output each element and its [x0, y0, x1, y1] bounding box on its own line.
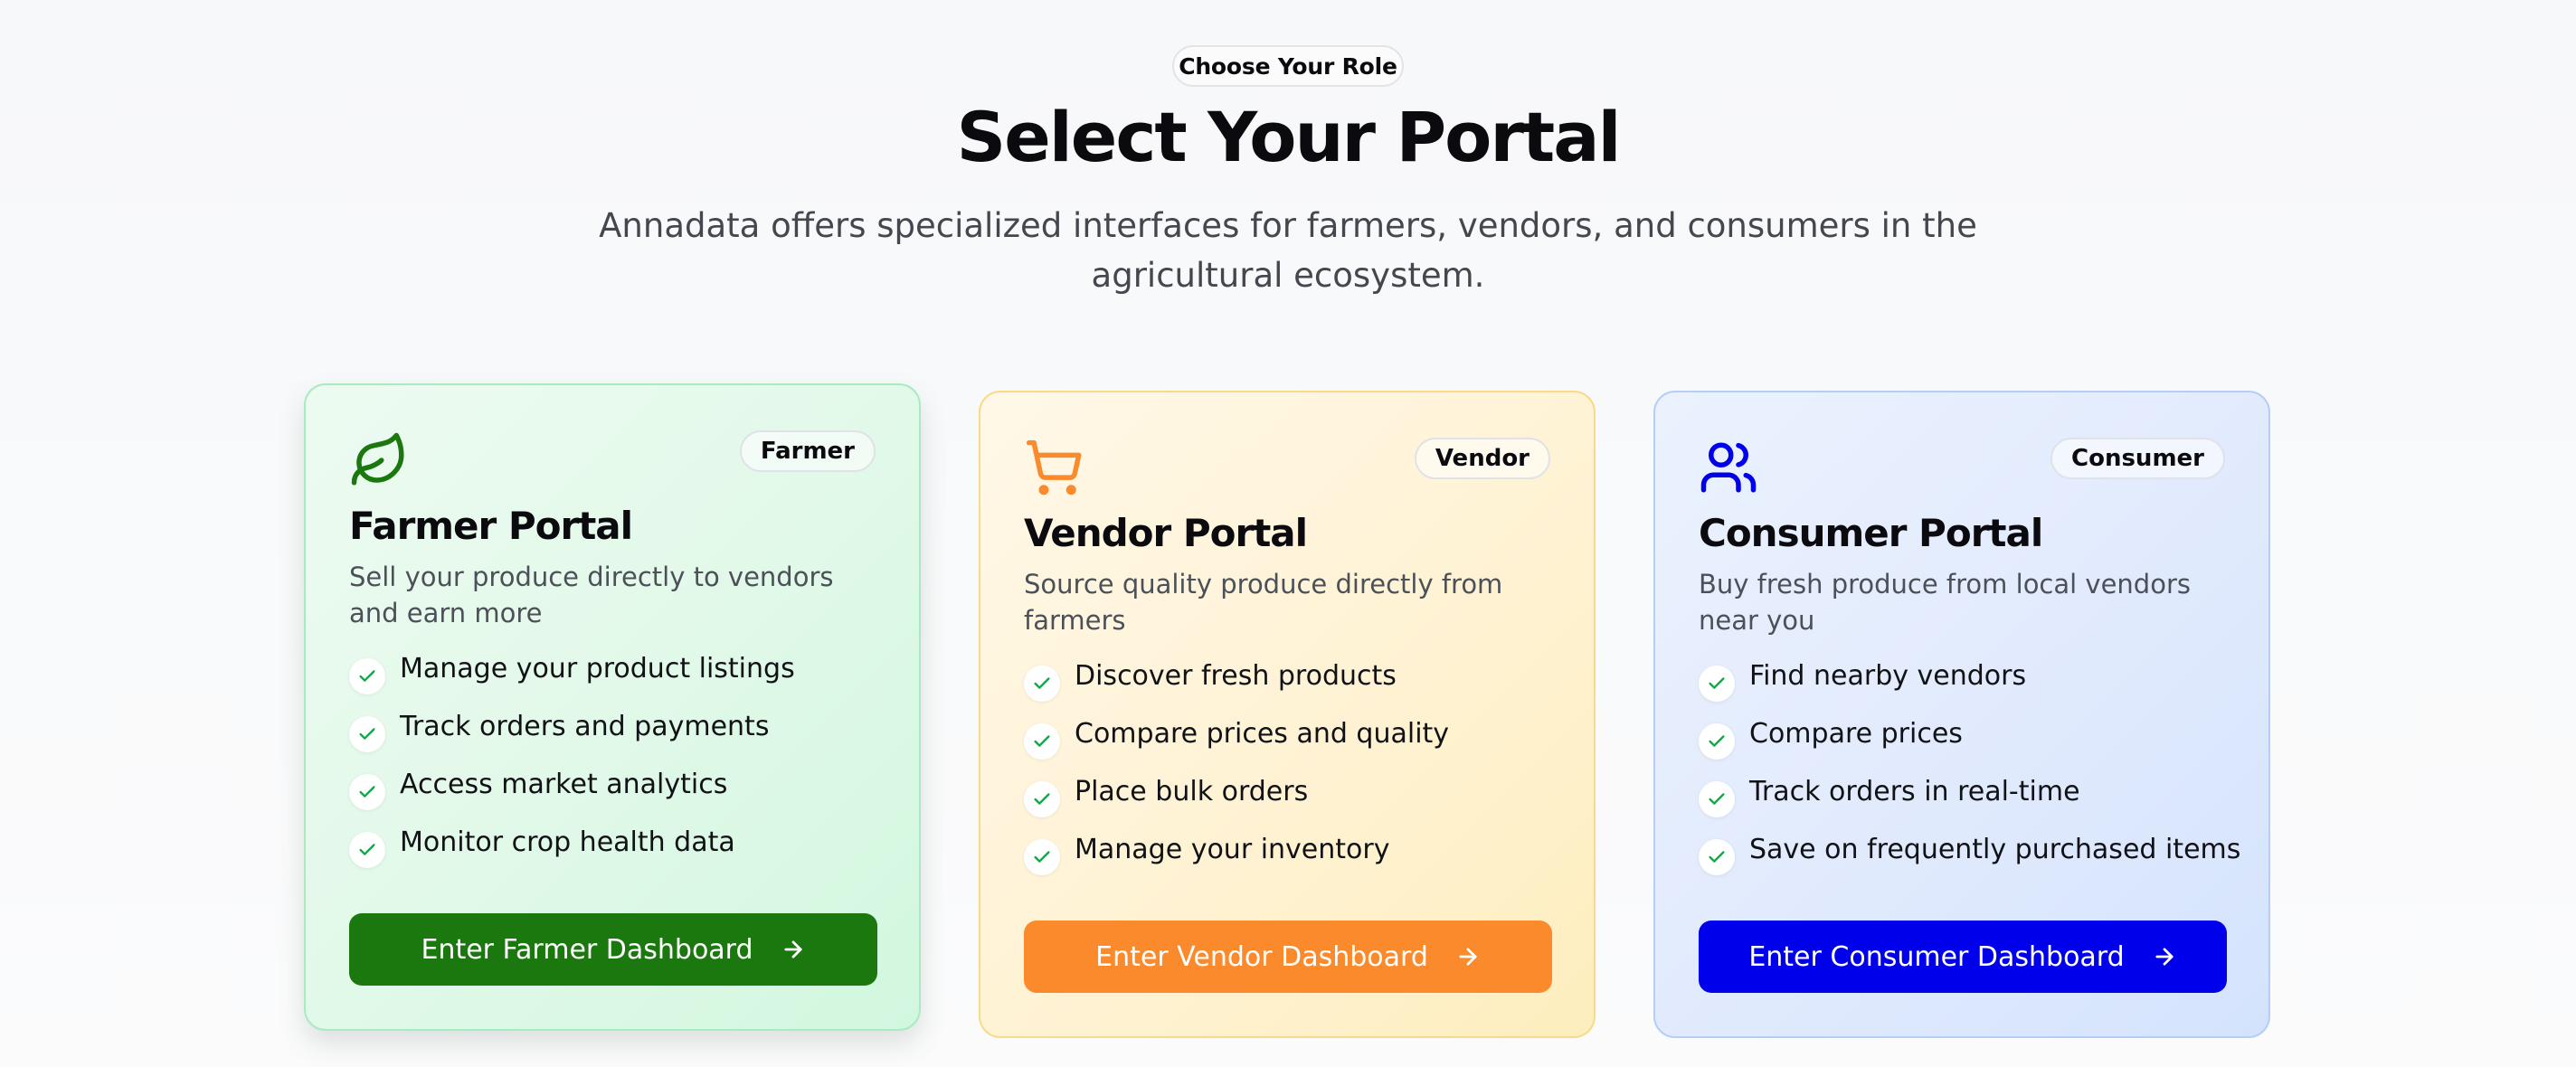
enter-consumer-dashboard-button[interactable]: Enter Consumer Dashboard: [1699, 921, 2227, 993]
check-icon: [1024, 666, 1060, 702]
feature-item: Find nearby vendors: [1699, 658, 2240, 716]
check-icon: [349, 832, 385, 868]
check-icon: [1699, 839, 1735, 875]
button-label: Enter Vendor Dashboard: [1095, 940, 1428, 973]
check-icon: [349, 716, 385, 752]
farmer-card-description: Sell your produce directly to vendors an…: [349, 562, 834, 628]
button-label: Enter Consumer Dashboard: [1748, 940, 2125, 973]
check-icon: [349, 774, 385, 810]
check-icon: [1699, 723, 1735, 760]
feature-text: Track orders in real-time: [1749, 776, 2080, 807]
consumer-portal-card: Consumer Consumer Portal Buy fresh produ…: [1653, 391, 2270, 1038]
feature-item: Manage your inventory: [1024, 832, 1449, 890]
consumer-feature-list: Find nearby vendors Compare prices Track…: [1699, 658, 2240, 890]
shopping-cart-icon: [1024, 438, 1084, 497]
consumer-badge: Consumer: [2050, 438, 2225, 479]
farmer-badge: Farmer: [739, 430, 876, 472]
vendor-feature-list: Discover fresh products Compare prices a…: [1024, 658, 1449, 890]
check-icon: [1024, 781, 1060, 817]
feature-text: Track orders and payments: [400, 711, 770, 742]
check-icon: [349, 658, 385, 694]
button-label: Enter Farmer Dashboard: [421, 933, 753, 966]
feature-item: Discover fresh products: [1024, 658, 1449, 716]
feature-item: Access market analytics: [349, 767, 795, 825]
feature-item: Monitor crop health data: [349, 825, 795, 883]
consumer-card-title: Consumer Portal: [1699, 511, 2043, 555]
check-icon: [1699, 666, 1735, 702]
check-icon: [1699, 781, 1735, 817]
feature-text: Find nearby vendors: [1749, 660, 2027, 692]
leaf-icon: [349, 430, 409, 490]
feature-item: Track orders and payments: [349, 709, 795, 767]
arrow-right-icon: [1455, 944, 1481, 969]
farmer-card-title: Farmer Portal: [349, 504, 633, 548]
feature-text: Save on frequently purchased items: [1749, 834, 2241, 865]
enter-vendor-dashboard-button[interactable]: Enter Vendor Dashboard: [1024, 921, 1552, 993]
enter-farmer-dashboard-button[interactable]: Enter Farmer Dashboard: [349, 913, 877, 986]
users-icon: [1699, 438, 1758, 497]
vendor-card-description: Source quality produce directly from far…: [1024, 569, 1503, 636]
check-icon: [1024, 723, 1060, 760]
feature-item: Compare prices: [1699, 716, 2240, 774]
vendor-card-title: Vendor Portal: [1024, 511, 1308, 555]
page-title: Select Your Portal: [956, 97, 1621, 177]
feature-item: Save on frequently purchased items: [1699, 832, 2240, 890]
feature-text: Place bulk orders: [1075, 776, 1309, 807]
feature-item: Compare prices and quality: [1024, 716, 1449, 774]
feature-text: Manage your product listings: [400, 653, 795, 685]
feature-text: Compare prices: [1749, 718, 1963, 750]
feature-text: Access market analytics: [400, 769, 728, 800]
role-pill: Choose Your Role: [1172, 45, 1404, 87]
feature-text: Monitor crop health data: [400, 826, 735, 858]
check-icon: [1024, 839, 1060, 875]
consumer-card-description: Buy fresh produce from local vendors nea…: [1699, 569, 2191, 636]
feature-text: Manage your inventory: [1075, 834, 1390, 865]
vendor-portal-card: Vendor Vendor Portal Source quality prod…: [979, 391, 1596, 1038]
arrow-right-icon: [781, 937, 806, 962]
feature-text: Discover fresh products: [1075, 660, 1397, 692]
feature-item: Track orders in real-time: [1699, 774, 2240, 832]
vendor-badge: Vendor: [1414, 438, 1550, 479]
page-subtitle: Annadata offers specialized interfaces f…: [599, 206, 1977, 295]
feature-text: Compare prices and quality: [1075, 718, 1450, 750]
arrow-right-icon: [2152, 944, 2177, 969]
farmer-portal-card: Farmer Farmer Portal Sell your produce d…: [304, 383, 921, 1031]
farmer-feature-list: Manage your product listings Track order…: [349, 651, 795, 883]
feature-item: Manage your product listings: [349, 651, 795, 709]
feature-item: Place bulk orders: [1024, 774, 1449, 832]
